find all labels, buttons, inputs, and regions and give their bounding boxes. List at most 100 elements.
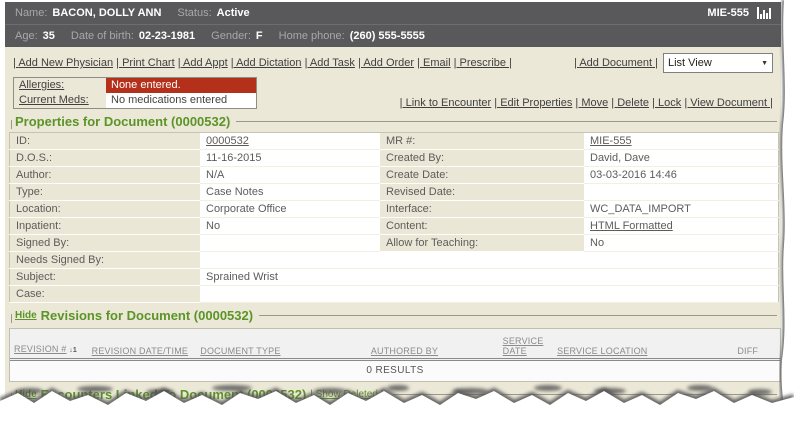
edit-properties-link[interactable]: Edit Properties: [494, 97, 572, 109]
html-formatted-link[interactable]: HTML Formatted: [590, 220, 673, 232]
encounters-section-header: Hide Encounters Linked To Document (0000…: [5, 382, 781, 404]
patient-status: Active: [217, 7, 250, 19]
current-meds-link[interactable]: Current Meds:: [19, 94, 89, 106]
column-service-date[interactable]: SERVICE DATE: [499, 336, 553, 356]
column-revision-number[interactable]: REVISION # ↓1: [10, 344, 88, 356]
revisions-section-header: Hide Revisions for Document (0000532): [5, 303, 781, 325]
prop-label-signed-by: Signed By:: [10, 235, 201, 252]
document-actions-right: Add Document List View ▼: [574, 53, 773, 73]
sort-icon: ↓1: [69, 347, 77, 354]
prop-value-author: N/A: [200, 167, 380, 184]
prop-value-created-by: David, Dave: [584, 150, 779, 167]
show-deleted-wrap: | Show Deleted |: [310, 389, 383, 400]
properties-table: ID: 0000532 MR #: MIE-555 D.O.S.: 11-16-…: [9, 132, 779, 303]
prop-label-subject: Subject:: [10, 269, 201, 286]
gender-label: Gender:: [211, 30, 251, 42]
chart-action-links: Add New Physician Print Chart Add Appt A…: [13, 57, 512, 69]
prop-value-id: 0000532: [200, 133, 380, 150]
section-rule: [393, 394, 777, 395]
current-meds-value: No medications entered: [106, 93, 256, 108]
prop-value-case: [200, 286, 779, 303]
properties-section-header: Properties for Document (0000532): [5, 109, 781, 131]
allergies-row: Allergies: None entered.: [14, 78, 256, 93]
view-mode-select[interactable]: List View ▼: [663, 53, 773, 73]
prop-value-signed-by: [200, 235, 380, 252]
fieldset-stub: [11, 314, 12, 323]
patient-dob: 02-23-1981: [139, 30, 195, 42]
hide-revisions-link[interactable]: Hide: [15, 310, 37, 321]
bar-chart-icon[interactable]: [757, 7, 771, 19]
print-chart-link[interactable]: Print Chart: [116, 57, 175, 69]
patient-gender: F: [256, 30, 263, 42]
prescribe-link[interactable]: Prescribe: [454, 57, 512, 69]
add-dictation-link[interactable]: Add Dictation: [231, 57, 302, 69]
allergies-value: None entered.: [106, 78, 256, 93]
table-row: Signed By: Allow for Teaching: No: [10, 235, 779, 252]
view-document-link[interactable]: View Document: [684, 97, 773, 109]
add-new-physician-link[interactable]: Add New Physician: [13, 57, 113, 69]
dob-label: Date of birth:: [71, 30, 134, 42]
column-document-type[interactable]: DOCUMENT TYPE: [196, 346, 367, 356]
revisions-table: REVISION # ↓1 REVISION DATE/TIME DOCUMEN…: [9, 328, 781, 382]
prop-value-subject: Sprained Wrist: [200, 269, 779, 286]
prop-label-needs-signed-by: Needs Signed By:: [10, 252, 201, 269]
prop-label-author: Author:: [10, 167, 201, 184]
add-task-link[interactable]: Add Task: [305, 57, 355, 69]
summary-row: Allergies: None entered. Current Meds: N…: [5, 75, 781, 109]
table-row: ID: 0000532 MR #: MIE-555: [10, 133, 779, 150]
revisions-results-count: 0 RESULTS: [10, 361, 780, 381]
prop-value-allow-teaching: No: [584, 235, 779, 252]
prop-value-interface: WC_DATA_IMPORT: [584, 201, 779, 218]
link-to-encounter-link[interactable]: Link to Encounter: [400, 97, 492, 109]
prop-label-id: ID:: [10, 133, 201, 150]
allergies-cell: Allergies:: [14, 78, 106, 93]
table-row: Location: Corporate Office Interface: WC…: [10, 201, 779, 218]
prop-value-inpatient: No: [200, 218, 380, 235]
encounters-table: CREATE: [9, 407, 781, 425]
move-link[interactable]: Move: [575, 97, 608, 109]
prop-value-dos: 11-16-2015: [200, 150, 380, 167]
prop-label-type: Type:: [10, 184, 201, 201]
table-row: Type: Case Notes Revised Date:: [10, 184, 779, 201]
patient-demographics-bar: Age: 35 Date of birth: 02-23-1981 Gender…: [5, 25, 781, 47]
prop-label-revised-date: Revised Date:: [380, 184, 584, 201]
patient-header-bar: Name: BACON, DOLLY ANN Status: Active MI…: [5, 2, 781, 25]
email-link[interactable]: Email: [417, 57, 450, 69]
revisions-title: Revisions for Document (0000532): [41, 308, 253, 323]
add-order-link[interactable]: Add Order: [358, 57, 414, 69]
properties-title: Properties for Document (0000532): [15, 114, 230, 129]
patient-phone: (260) 555-5555: [350, 30, 425, 42]
column-revision-datetime[interactable]: REVISION DATE/TIME: [88, 346, 197, 356]
delete-link[interactable]: Delete: [611, 97, 649, 109]
allergies-link[interactable]: Allergies:: [19, 79, 64, 91]
view-mode-value: List View: [668, 57, 712, 69]
document-id-link[interactable]: 0000532: [206, 135, 249, 147]
lock-link[interactable]: Lock: [652, 97, 681, 109]
table-row: Subject: Sprained Wrist: [10, 269, 779, 286]
prop-label-location: Location:: [10, 201, 201, 218]
show-deleted-link[interactable]: Show Deleted: [316, 389, 378, 400]
table-row: Author: N/A Create Date: 03-03-2016 14:4…: [10, 167, 779, 184]
column-create[interactable]: CREATE: [564, 412, 600, 422]
prop-label-case: Case:: [10, 286, 201, 303]
prop-value-create-date: 03-03-2016 14:46: [584, 167, 779, 184]
medical-record-number: MIE-555: [707, 7, 749, 19]
document-action-links: Link to Encounter Edit Properties Move D…: [400, 97, 773, 109]
prop-value-mr: MIE-555: [584, 133, 779, 150]
add-appt-link[interactable]: Add Appt: [178, 57, 228, 69]
chart-actions-row: Add New Physician Print Chart Add Appt A…: [5, 47, 781, 75]
table-row: Inpatient: No Content: HTML Formatted: [10, 218, 779, 235]
age-label: Age:: [15, 30, 38, 42]
phone-label: Home phone:: [279, 30, 345, 42]
section-rule: [236, 121, 777, 122]
encounters-title: Encounters Linked To Document (0000532): [41, 387, 307, 402]
column-diff: DIFF: [733, 346, 780, 356]
column-service-location[interactable]: SERVICE LOCATION: [553, 346, 733, 356]
mr-number-link[interactable]: MIE-555: [590, 135, 632, 147]
add-document-link[interactable]: Add Document: [574, 57, 658, 69]
name-label: Name:: [15, 7, 47, 19]
prop-label-mr: MR #:: [380, 133, 584, 150]
hide-encounters-link[interactable]: Hide: [15, 389, 37, 400]
prop-value-needs-signed-by: [200, 252, 779, 269]
column-authored-by[interactable]: AUTHORED BY: [367, 346, 499, 356]
